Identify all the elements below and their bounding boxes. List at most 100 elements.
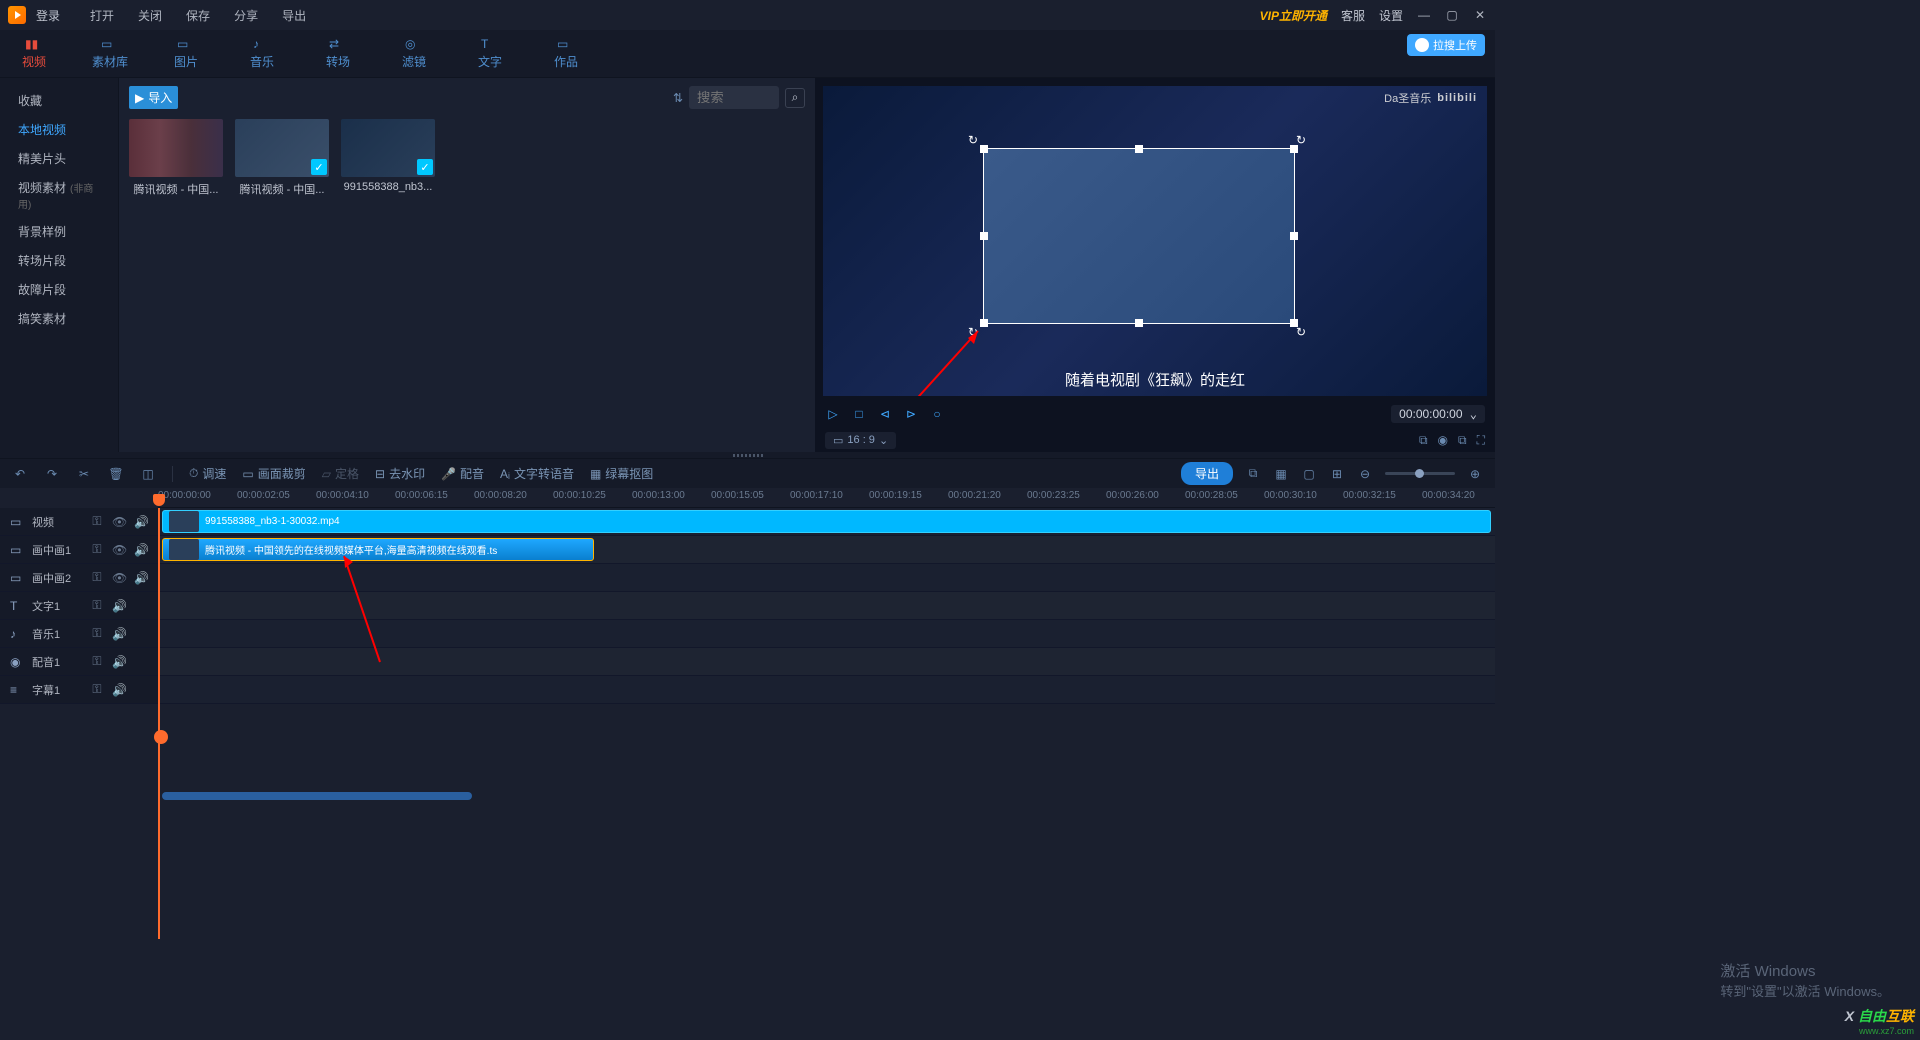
clip-video[interactable]: 991558388_nb3-1-30032.mp4: [162, 510, 1491, 533]
zoom-out-icon[interactable]: ⊖: [1357, 467, 1373, 481]
shield-icon[interactable]: ▢: [1301, 467, 1317, 481]
clip-pip[interactable]: 腾讯视频 - 中国领先的在线视频媒体平台,海量高清视频在线观看.ts: [162, 538, 594, 561]
menu-share[interactable]: 分享: [234, 7, 258, 24]
opt-freeze[interactable]: ▱ 定格: [322, 465, 359, 482]
opt-tts[interactable]: Aᵢ 文字转语音: [500, 465, 574, 482]
timeline-scrollbar[interactable]: [162, 792, 472, 800]
login-link[interactable]: 登录: [36, 7, 60, 24]
visibility-icon[interactable]: 🔊: [112, 627, 126, 641]
lock-icon[interactable]: ⚿: [90, 682, 104, 697]
track-lane[interactable]: [158, 564, 1495, 591]
snapshot-in-icon[interactable]: ⧉: [1419, 433, 1428, 448]
lock-icon[interactable]: ⚿: [90, 654, 104, 669]
media-item[interactable]: ✓ 991558388_nb3...: [341, 119, 435, 197]
sidebar-transition-clip[interactable]: 转场片段: [0, 246, 118, 275]
opt-crop[interactable]: ▭ 画面裁剪: [242, 465, 305, 482]
camera-icon[interactable]: ◉: [1438, 433, 1448, 448]
link-icon[interactable]: ⧉: [1245, 466, 1261, 481]
tab-text[interactable]: T文字: [466, 37, 514, 70]
cut-icon[interactable]: ✂: [76, 467, 92, 481]
rotate-handle[interactable]: [968, 133, 982, 147]
import-button[interactable]: ▶ 导入: [129, 86, 178, 109]
tab-video[interactable]: ▮▮视频: [10, 37, 58, 70]
media-item[interactable]: ✓ 腾讯视频 - 中国...: [235, 119, 329, 197]
aspect-ratio-selector[interactable]: ▭ 16 : 9 ⌄: [825, 432, 896, 449]
menu-open[interactable]: 打开: [90, 7, 114, 24]
cloud-upload-pill[interactable]: 拉搜上传: [1407, 34, 1485, 56]
resize-handle[interactable]: [1135, 145, 1143, 153]
zoom-in-icon[interactable]: ⊕: [1467, 467, 1483, 481]
menu-close[interactable]: 关闭: [138, 7, 162, 24]
redo-icon[interactable]: ↷: [44, 467, 60, 481]
sidebar-funny[interactable]: 搞笑素材: [0, 304, 118, 333]
playhead-end-knob[interactable]: [154, 730, 168, 744]
tab-works[interactable]: ▭作品: [542, 37, 590, 70]
track-lane[interactable]: [158, 648, 1495, 675]
lock-icon[interactable]: ⚿: [90, 514, 104, 529]
rotate-handle[interactable]: [1296, 133, 1310, 147]
tab-transition[interactable]: ⇄转场: [314, 37, 362, 70]
delete-icon[interactable]: 🗑: [108, 467, 124, 481]
tab-music[interactable]: ♪音乐: [238, 37, 286, 70]
settings-link[interactable]: 设置: [1379, 7, 1403, 24]
sidebar-video-material[interactable]: 视频素材(非商用): [0, 173, 118, 217]
pip-overlay[interactable]: [983, 148, 1295, 324]
tab-image[interactable]: ▭图片: [162, 37, 210, 70]
lock-icon[interactable]: ⚿: [90, 598, 104, 613]
next-frame-icon[interactable]: ⊳: [903, 407, 919, 421]
track-lane[interactable]: [158, 620, 1495, 647]
search-input[interactable]: [689, 86, 779, 109]
search-icon[interactable]: ⌕: [785, 88, 805, 108]
rotate-handle[interactable]: [1296, 325, 1310, 339]
lock-icon[interactable]: ⚿: [90, 626, 104, 641]
resize-handle[interactable]: [1290, 232, 1298, 240]
opt-greenscreen[interactable]: ▦ 绿幕抠图: [590, 465, 653, 482]
vip-link[interactable]: VIP立即开通: [1260, 7, 1327, 24]
record-icon[interactable]: ○: [929, 407, 945, 421]
opt-dewatermark[interactable]: ⊟ 去水印: [375, 465, 425, 482]
mute-icon[interactable]: 🔊: [134, 543, 148, 557]
track-lane[interactable]: 991558388_nb3-1-30032.mp4: [158, 508, 1495, 535]
timeline-ruler[interactable]: 00:00:00:0000:00:02:0500:00:04:1000:00:0…: [158, 488, 1495, 508]
menu-save[interactable]: 保存: [186, 7, 210, 24]
resize-handle[interactable]: [980, 232, 988, 240]
track-lane[interactable]: [158, 592, 1495, 619]
service-link[interactable]: 客服: [1341, 7, 1365, 24]
visibility-icon[interactable]: 👁: [112, 543, 126, 557]
lock-icon[interactable]: ⚿: [90, 542, 104, 557]
visibility-icon[interactable]: 🔊: [112, 683, 126, 697]
sidebar-favorites[interactable]: 收藏: [0, 86, 118, 115]
marker-icon[interactable]: ⊞: [1329, 467, 1345, 481]
sidebar-background[interactable]: 背景样例: [0, 217, 118, 246]
opt-speed[interactable]: ⏱ 调速: [189, 465, 226, 482]
menu-export[interactable]: 导出: [282, 7, 306, 24]
media-item[interactable]: 腾讯视频 - 中国...: [129, 119, 223, 197]
visibility-icon[interactable]: 👁: [112, 571, 126, 585]
visibility-icon[interactable]: 👁: [112, 515, 126, 529]
opt-dub[interactable]: 🎤 配音: [441, 465, 484, 482]
export-button[interactable]: 导出: [1181, 462, 1233, 485]
minimize-icon[interactable]: —: [1417, 8, 1431, 22]
sidebar-glitch[interactable]: 故障片段: [0, 275, 118, 304]
sort-icon[interactable]: ⇅: [673, 91, 683, 105]
fullscreen-icon[interactable]: ⛶: [1477, 433, 1485, 448]
rotate-handle[interactable]: [968, 325, 982, 339]
visibility-icon[interactable]: 🔊: [112, 655, 126, 669]
lock-icon[interactable]: ⚿: [90, 570, 104, 585]
snapshot-out-icon[interactable]: ⧉: [1458, 433, 1467, 448]
maximize-icon[interactable]: ▢: [1445, 8, 1459, 22]
align-icon[interactable]: ▦: [1273, 467, 1289, 481]
resize-handle[interactable]: [1135, 319, 1143, 327]
zoom-slider[interactable]: [1385, 472, 1455, 475]
sidebar-intro[interactable]: 精美片头: [0, 144, 118, 173]
track-lane[interactable]: [158, 676, 1495, 703]
play-icon[interactable]: ▷: [825, 407, 841, 421]
undo-icon[interactable]: ↶: [12, 467, 28, 481]
prev-frame-icon[interactable]: ⊲: [877, 407, 893, 421]
close-icon[interactable]: ✕: [1473, 8, 1487, 22]
stop-icon[interactable]: □: [851, 407, 867, 421]
tab-library[interactable]: ▭素材库: [86, 37, 134, 70]
tab-filter[interactable]: ◎滤镜: [390, 37, 438, 70]
sidebar-local-video[interactable]: 本地视频: [0, 115, 118, 144]
playhead[interactable]: [158, 508, 160, 939]
